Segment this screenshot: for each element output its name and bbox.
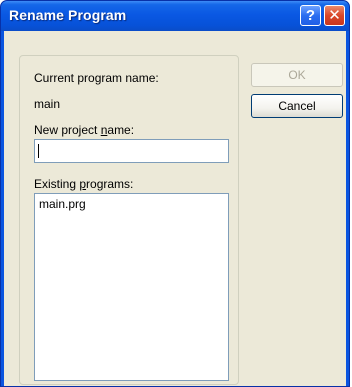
list-item[interactable]: main.prg — [39, 197, 86, 211]
help-icon: ? — [305, 7, 316, 24]
current-program-value: main — [34, 97, 61, 111]
ok-button[interactable]: OK — [251, 63, 343, 87]
close-icon: ✕ — [328, 7, 341, 24]
new-name-input[interactable] — [34, 139, 229, 163]
dialog-body: Current program name: main New project n… — [4, 31, 346, 386]
rename-program-dialog: Rename Program ? ✕ Current program name:… — [0, 0, 350, 387]
help-button[interactable]: ? — [300, 5, 321, 26]
dialog-title: Rename Program — [9, 7, 127, 23]
cancel-button[interactable]: Cancel — [251, 94, 343, 118]
current-program-label: Current program name: — [34, 71, 159, 85]
existing-programs-label: Existing programs: — [34, 177, 134, 191]
title-bar[interactable]: Rename Program ? ✕ — [1, 1, 349, 31]
existing-programs-list[interactable]: main.prg — [34, 193, 229, 381]
close-button[interactable]: ✕ — [324, 5, 345, 26]
new-name-label: New project name: — [34, 123, 135, 137]
text-caret — [38, 144, 39, 158]
